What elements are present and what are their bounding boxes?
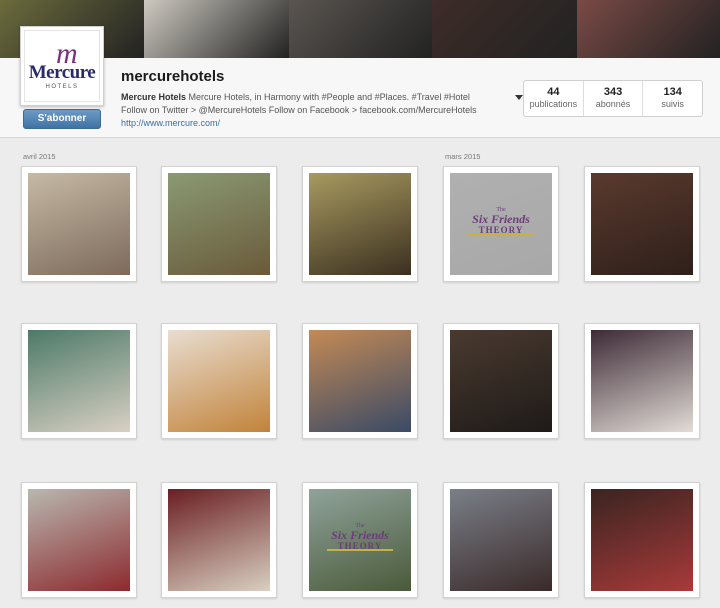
theory-dots-icon [327,549,393,551]
photo-bar-table[interactable] [584,482,700,598]
profile-avatar[interactable]: m Mercure HOTELS [20,26,104,106]
stat-value: 343 [603,86,623,98]
bio-name: Mercure Hotels [121,92,187,102]
month-label-april: avril 2015 [23,152,56,161]
banner-photo-friends [432,0,577,58]
photo-car-selfie[interactable] [443,482,559,598]
profile-header: m Mercure HOTELS S'abonner mercurehotels… [0,26,720,138]
banner-photo-salad [289,0,432,58]
photo-safari-selfie[interactable] [302,166,418,282]
bio-line-1: Mercure Hotels, in Harmony with #People … [186,92,470,102]
photo-image [450,330,552,432]
stat-label: suivis [661,99,684,109]
photo-image: The Six Friends THEORY [309,489,411,591]
stat-label: abonnés [595,99,631,109]
photo-hotel-room-women[interactable] [21,166,137,282]
mercure-logo-sub: HOTELS [45,84,79,90]
stat-publications[interactable]: 44 publications [524,81,583,116]
photo-receptionist-smiling[interactable] [21,323,137,439]
mercure-logo-word: Mercure [28,62,96,83]
photo-image [450,489,552,591]
photo-image [591,173,693,275]
caption-main: Six Friends [472,212,530,226]
photo-chef-chalkboard[interactable] [584,323,700,439]
photo-six-friends-landscape[interactable]: The Six Friends THEORY [302,482,418,598]
photo-image [28,489,130,591]
profile-username: mercurehotels [121,68,225,85]
photo-image [309,173,411,275]
caption-main: Six Friends [331,528,389,542]
photo-image [168,489,270,591]
photo-image [591,489,693,591]
profile-website-link[interactable]: http://www.mercure.com/ [121,118,220,128]
banner-photo-chef [144,0,289,58]
photo-concierge-desk[interactable] [443,323,559,439]
photo-image [28,330,130,432]
photo-image [28,173,130,275]
photo-image [591,330,693,432]
photo-friends-group-selfie[interactable] [584,166,700,282]
month-label-march: mars 2015 [445,152,481,161]
photo-image [309,330,411,432]
options-caret-icon[interactable] [515,95,523,100]
theory-dots-icon [468,233,534,235]
stat-label: publications [529,99,578,109]
profile-bio: Mercure Hotels Mercure Hotels, in Harmon… [121,91,511,117]
stat-followers[interactable]: 343 abonnés [582,81,643,116]
photo-image: The Six Friends THEORY [450,173,552,275]
profile-stats: 44 publications 343 abonnés 134 suivis [523,80,703,117]
follow-button[interactable]: S'abonner [23,109,101,129]
photo-breakfast-tray[interactable] [161,323,277,439]
stat-value: 44 [547,86,560,98]
photo-paris-selfie[interactable] [21,482,137,598]
photo-image [168,173,270,275]
bio-line-2: Follow on Twitter > @MercureHotels Follo… [121,105,477,115]
stat-following[interactable]: 134 suivis [642,81,702,116]
photo-six-friends-theory-logo[interactable]: The Six Friends THEORY [443,166,559,282]
photo-room-keycard[interactable] [161,482,277,598]
photo-airplane-window[interactable] [302,323,418,439]
photo-image [168,330,270,432]
cover-banner [0,0,720,58]
photo-savanna-landscape[interactable] [161,166,277,282]
banner-photo-selfie [577,0,720,58]
stat-value: 134 [663,86,682,98]
